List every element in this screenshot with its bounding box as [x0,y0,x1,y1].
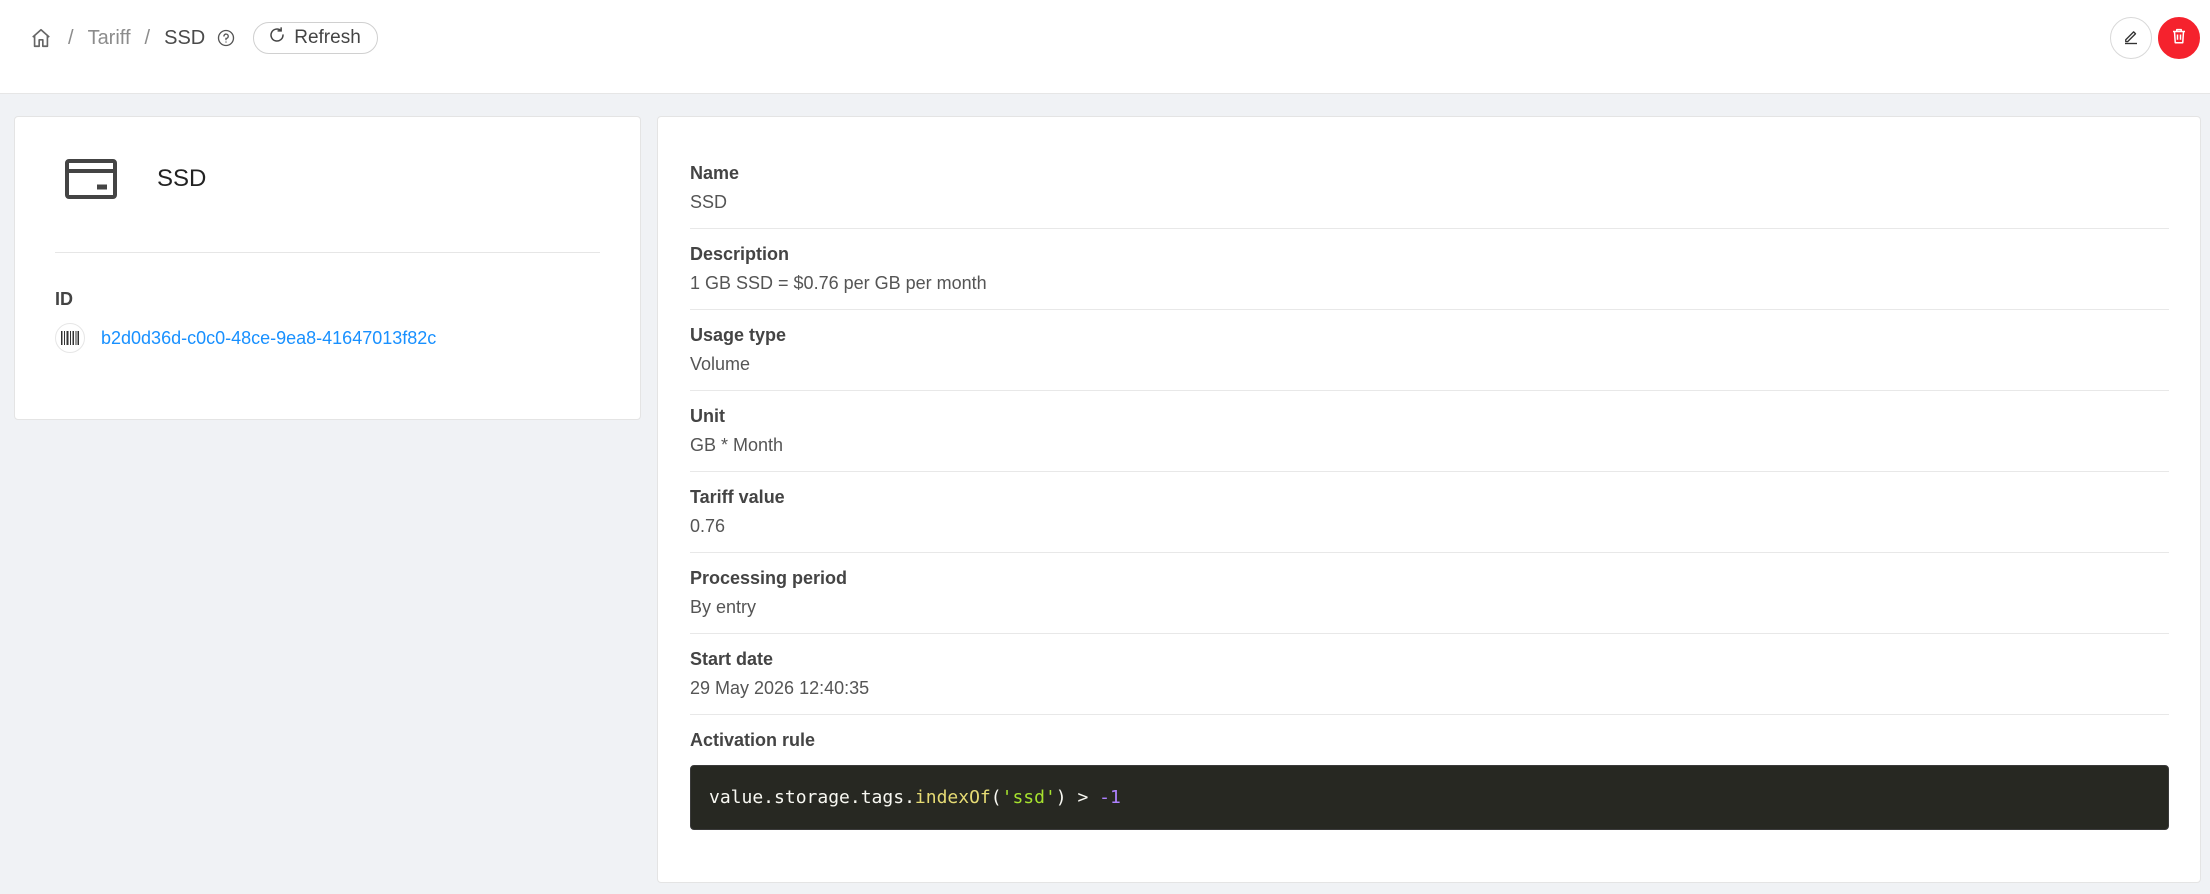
summary-title: SSD [157,165,207,192]
field-value: 29 May 2026 12:40:35 [690,678,870,698]
field-label: Name [690,163,740,183]
field-label: Activation rule [690,730,816,750]
field-value: SSD [690,192,728,212]
field-label: Usage type [690,325,787,345]
summary-card: SSD ID b2d0d36d-c0c0-48ce-9ea8-41647013f… [14,116,641,420]
reload-icon [268,26,286,50]
field-description: Description 1 GB SSD = $0.76 per GB per … [690,244,2169,310]
code-function: indexOf [914,787,991,808]
field-label: Processing period [690,568,848,588]
details-card: Name SSD Description 1 GB SSD = $0.76 pe… [657,116,2201,883]
field-usage-type: Usage type Volume [690,325,2169,391]
barcode-icon [55,323,85,353]
field-value: 0.76 [690,516,726,536]
header-actions [2110,17,2200,59]
field-value: GB * Month [690,435,784,455]
delete-button[interactable] [2158,17,2200,59]
field-processing-period: Processing period By entry [690,568,2169,634]
edit-button[interactable] [2110,17,2152,59]
field-value: By entry [690,597,757,617]
field-unit: Unit GB * Month [690,406,2169,472]
field-name: Name SSD [690,163,2169,229]
field-label: Description [690,244,790,264]
field-start-date: Start date 29 May 2026 12:40:35 [690,649,2169,715]
id-value-link[interactable]: b2d0d36d-c0c0-48ce-9ea8-41647013f82c [101,328,436,349]
summary-header: SSD [63,157,206,201]
field-tariff-value: Tariff value 0.76 [690,487,2169,553]
field-label: Start date [690,649,774,669]
field-label: Unit [690,406,725,426]
breadcrumb: / Tariff / SSD Refresh [28,22,378,54]
field-value: Volume [690,354,751,374]
id-row: b2d0d36d-c0c0-48ce-9ea8-41647013f82c [55,323,436,353]
code-string: 'ssd' [1001,787,1056,808]
code-number: -1 [1099,787,1121,808]
credit-card-icon [63,157,119,201]
divider [55,252,600,253]
refresh-button[interactable]: Refresh [253,22,378,54]
home-icon[interactable] [28,25,54,51]
field-label: Tariff value [690,487,785,507]
top-bar: / Tariff / SSD Refresh [0,0,2210,94]
refresh-label: Refresh [294,27,361,48]
breadcrumb-separator: / [68,26,74,49]
field-activation-rule: Activation rule [690,730,2169,760]
question-circle-icon[interactable] [215,27,237,49]
pencil-icon [2122,27,2140,50]
breadcrumb-tariff-link[interactable]: Tariff [88,27,131,50]
activation-rule-code: value.storage.tags. indexOf('ssd') > -1 [690,765,2169,830]
breadcrumb-current: SSD [164,26,206,49]
id-label: ID [55,289,73,309]
code-text: value.storage.tags. [709,787,915,808]
code-text: ) > [1055,787,1100,808]
breadcrumb-separator: / [144,26,151,49]
field-value: 1 GB SSD = $0.76 per GB per month [690,273,987,293]
trash-icon [2170,27,2188,50]
code-text: ( [990,787,1002,808]
